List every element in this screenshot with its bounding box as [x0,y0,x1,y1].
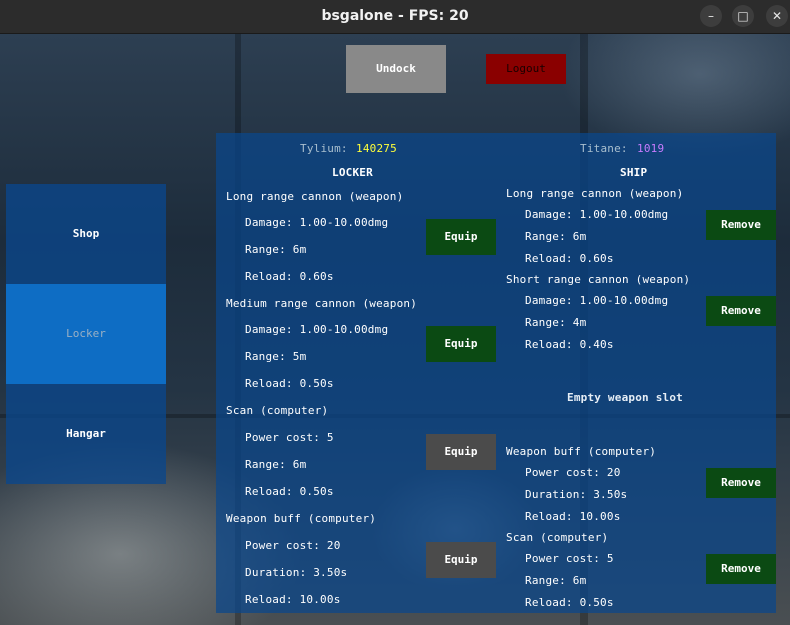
window-title: bsgalone - FPS: 20 [321,8,469,24]
logout-button[interactable]: Logout [486,54,566,84]
locker-item-name: Scan (computer) [226,404,329,417]
ship-item-prop: Duration: 3.50s [525,488,628,501]
ship-item-prop: Damage: 1.00-10.00dmg [525,294,669,307]
locker-item-name: Medium range cannon (weapon) [226,297,418,310]
ship-item-prop: Power cost: 20 [525,466,621,479]
ship-item-prop: Range: 6m [525,574,587,587]
ship-item-prop: Reload: 0.50s [525,596,614,609]
minimize-icon[interactable]: – [700,5,722,27]
ship-item-prop: Reload: 10.00s [525,510,621,523]
locker-item-prop: Reload: 0.50s [245,377,334,390]
locker-item-prop: Range: 6m [245,243,307,256]
side-menu: Shop Locker Hangar [6,184,166,484]
ship-item-prop: Reload: 0.40s [525,338,614,351]
locker-item-prop: Duration: 3.50s [245,566,348,579]
tylium-label: Tylium: [300,142,348,155]
locker-panel: Tylium: 140275 Titane: 1019 LOCKER SHIP … [216,133,776,613]
titane-value: 1019 [637,142,665,155]
ship-item-name: Short range cannon (weapon) [506,273,691,286]
window-titlebar: bsgalone - FPS: 20 – □ ✕ [0,0,790,34]
ship-item-prop: Damage: 1.00-10.00dmg [525,208,669,221]
ship-item-prop: Reload: 0.60s [525,252,614,265]
ship-item-prop: Range: 4m [525,316,587,329]
titane-label: Titane: [580,142,628,155]
locker-item-prop: Range: 5m [245,350,307,363]
locker-item-name: Weapon buff (computer) [226,512,377,525]
locker-item-prop: Reload: 0.60s [245,270,334,283]
close-icon[interactable]: ✕ [766,5,788,27]
menu-item-shop[interactable]: Shop [6,184,166,284]
ship-item-name: Scan (computer) [506,531,609,544]
remove-button[interactable]: Remove [706,210,776,240]
menu-item-locker[interactable]: Locker [6,284,166,384]
locker-item-name: Long range cannon (weapon) [226,190,404,203]
locker-title: LOCKER [332,166,373,179]
locker-item-prop: Power cost: 20 [245,539,341,552]
locker-item-prop: Reload: 10.00s [245,593,341,606]
locker-item-prop: Damage: 1.00-10.00dmg [245,323,389,336]
locker-item-prop: Damage: 1.00-10.00dmg [245,216,389,229]
tylium-value: 140275 [356,142,397,155]
remove-button[interactable]: Remove [706,554,776,584]
remove-button[interactable]: Remove [706,296,776,326]
empty-weapon-slot: Empty weapon slot [567,391,683,404]
ship-item-name: Weapon buff (computer) [506,445,657,458]
remove-button[interactable]: Remove [706,468,776,498]
equip-button-disabled[interactable]: Equip [426,542,496,578]
ship-item-prop: Power cost: 5 [525,552,614,565]
maximize-icon[interactable]: □ [732,5,754,27]
locker-item-prop: Power cost: 5 [245,431,334,444]
undock-button[interactable]: Undock [346,45,446,93]
equip-button-disabled[interactable]: Equip [426,434,496,470]
ship-item-name: Long range cannon (weapon) [506,187,684,200]
locker-item-prop: Reload: 0.50s [245,485,334,498]
equip-button[interactable]: Equip [426,219,496,255]
ship-item-prop: Range: 6m [525,230,587,243]
ship-title: SHIP [620,166,648,179]
game-scene: Undock Logout Shop Locker Hangar Tylium:… [0,34,790,625]
equip-button[interactable]: Equip [426,326,496,362]
locker-item-prop: Range: 6m [245,458,307,471]
menu-item-hangar[interactable]: Hangar [6,384,166,484]
